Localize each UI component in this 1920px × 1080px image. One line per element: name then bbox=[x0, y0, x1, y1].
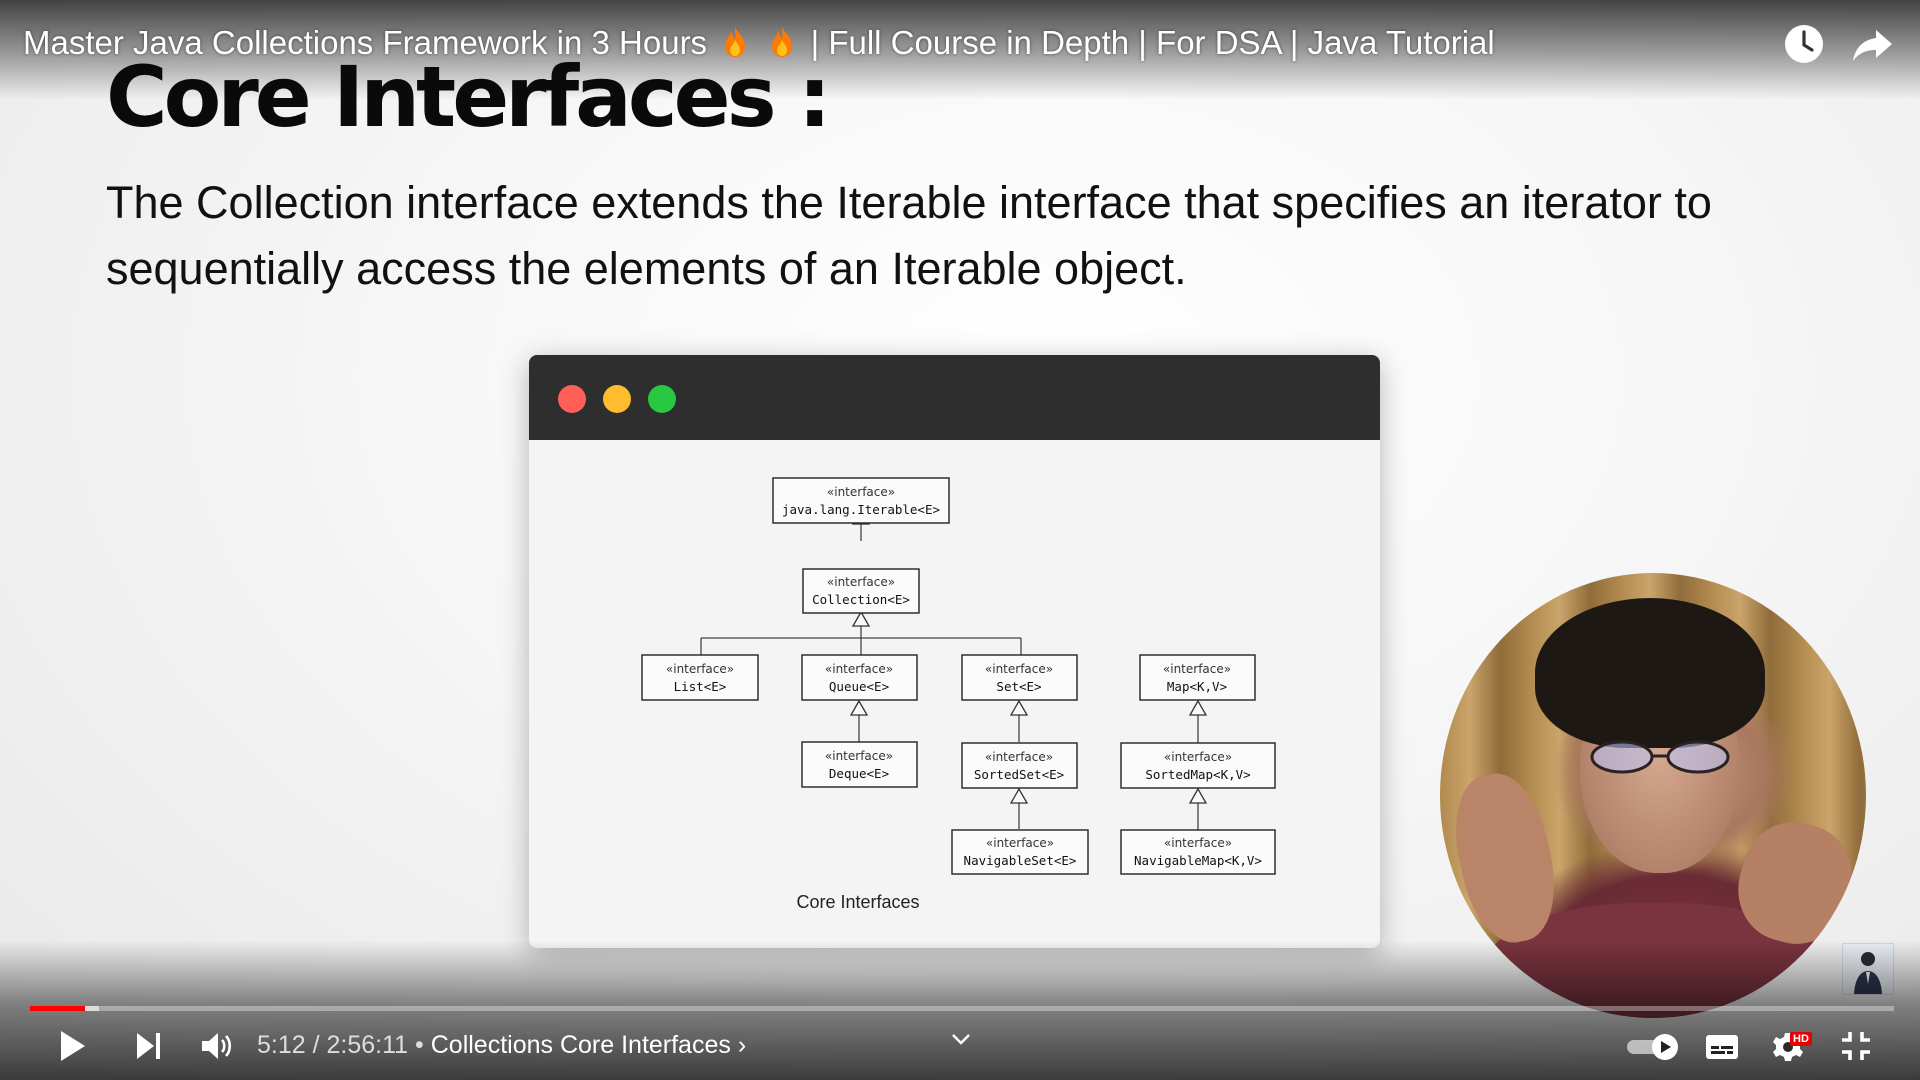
progress-bar[interactable] bbox=[30, 1006, 1894, 1011]
uml-name-map: Map<K,V> bbox=[1167, 679, 1227, 694]
uml-stereotype: «interface» bbox=[1164, 836, 1232, 850]
uml-node-deque: «interface» Deque<E> bbox=[801, 741, 918, 788]
uml-name-set: Set<E> bbox=[996, 679, 1041, 694]
time-total: 2:56:11 bbox=[326, 1031, 409, 1059]
uml-stereotype: «interface» bbox=[985, 750, 1053, 764]
presenter-glasses bbox=[1590, 740, 1730, 774]
uml-node-set: «interface» Set<E> bbox=[961, 654, 1078, 701]
uml-node-sortedset: «interface» SortedSet<E> bbox=[961, 742, 1078, 789]
time-separator: / bbox=[305, 1031, 327, 1059]
uml-node-navigableset: «interface» NavigableSet<E> bbox=[951, 829, 1089, 875]
subtitles-icon[interactable] bbox=[1705, 1033, 1739, 1061]
next-icon[interactable] bbox=[133, 1030, 165, 1062]
hd-badge: HD bbox=[1790, 1032, 1812, 1046]
uml-stereotype: «interface» bbox=[1163, 662, 1231, 676]
close-dot-icon bbox=[558, 385, 586, 413]
exit-fullscreen-icon[interactable] bbox=[1840, 1030, 1872, 1062]
window-titlebar bbox=[529, 355, 1380, 440]
chapter-title[interactable]: Collections Core Interfaces bbox=[431, 1031, 731, 1059]
uml-node-iterable: «interface» java.lang.Iterable<E> bbox=[772, 477, 950, 524]
chevron-down-icon[interactable] bbox=[950, 1032, 972, 1046]
uml-name-sortedmap: SortedMap<K,V> bbox=[1145, 767, 1250, 782]
uml-stereotype: «interface» bbox=[666, 662, 734, 676]
uml-name-collection: Collection<E> bbox=[812, 592, 910, 607]
uml-name-deque: Deque<E> bbox=[829, 766, 889, 781]
uml-stereotype: «interface» bbox=[825, 749, 893, 763]
play-icon[interactable] bbox=[55, 1028, 89, 1064]
uml-stereotype: «interface» bbox=[985, 662, 1053, 676]
uml-name-queue: Queue<E> bbox=[829, 679, 889, 694]
mac-window: «interface» java.lang.Iterable<E> «inter… bbox=[529, 355, 1380, 948]
autoplay-toggle[interactable] bbox=[1625, 1033, 1681, 1061]
time-display: 5:12 / 2:56:11 • Collections Core Interf… bbox=[257, 1031, 746, 1060]
uml-node-sortedmap: «interface» SortedMap<K,V> bbox=[1120, 742, 1276, 789]
uml-node-map: «interface» Map<K,V> bbox=[1139, 654, 1256, 701]
slide-heading: Core Interfaces : bbox=[106, 48, 831, 146]
uml-name-sortedset: SortedSet<E> bbox=[974, 767, 1064, 782]
diagram-caption: Core Interfaces bbox=[796, 892, 919, 912]
presenter-hair bbox=[1535, 598, 1765, 748]
zoom-dot-icon bbox=[648, 385, 676, 413]
chapter-arrow-icon[interactable]: › bbox=[738, 1031, 746, 1059]
uml-diagram: «interface» java.lang.Iterable<E> «inter… bbox=[641, 477, 1276, 912]
uml-stereotype: «interface» bbox=[1164, 750, 1232, 764]
uml-stereotype: «interface» bbox=[986, 836, 1054, 850]
uml-name-navigableset: NavigableSet<E> bbox=[964, 853, 1077, 868]
clock-icon[interactable] bbox=[1782, 22, 1826, 66]
uml-stereotype: «interface» bbox=[827, 575, 895, 589]
uml-node-queue: «interface» Queue<E> bbox=[801, 654, 918, 701]
minimize-dot-icon bbox=[603, 385, 631, 413]
progress-played bbox=[30, 1006, 85, 1011]
share-icon[interactable] bbox=[1850, 22, 1894, 66]
chapter-separator: • bbox=[408, 1031, 431, 1059]
uml-name-iterable: java.lang.Iterable<E> bbox=[782, 502, 940, 517]
uml-node-collection: «interface» Collection<E> bbox=[802, 568, 920, 614]
video-title-part2: | Full Course in Depth | For DSA | Java … bbox=[810, 24, 1495, 61]
uml-stereotype: «interface» bbox=[825, 662, 893, 676]
uml-stereotype: «interface» bbox=[827, 485, 895, 499]
slide-body-text: The Collection interface extends the Ite… bbox=[106, 177, 1712, 294]
uml-name-list: List<E> bbox=[674, 679, 727, 694]
uml-node-navigablemap: «interface» NavigableMap<K,V> bbox=[1120, 829, 1276, 875]
volume-icon[interactable] bbox=[199, 1030, 235, 1062]
uml-node-list: «interface» List<E> bbox=[641, 654, 759, 701]
uml-name-navigablemap: NavigableMap<K,V> bbox=[1134, 853, 1262, 868]
time-current: 5:12 bbox=[257, 1031, 306, 1059]
